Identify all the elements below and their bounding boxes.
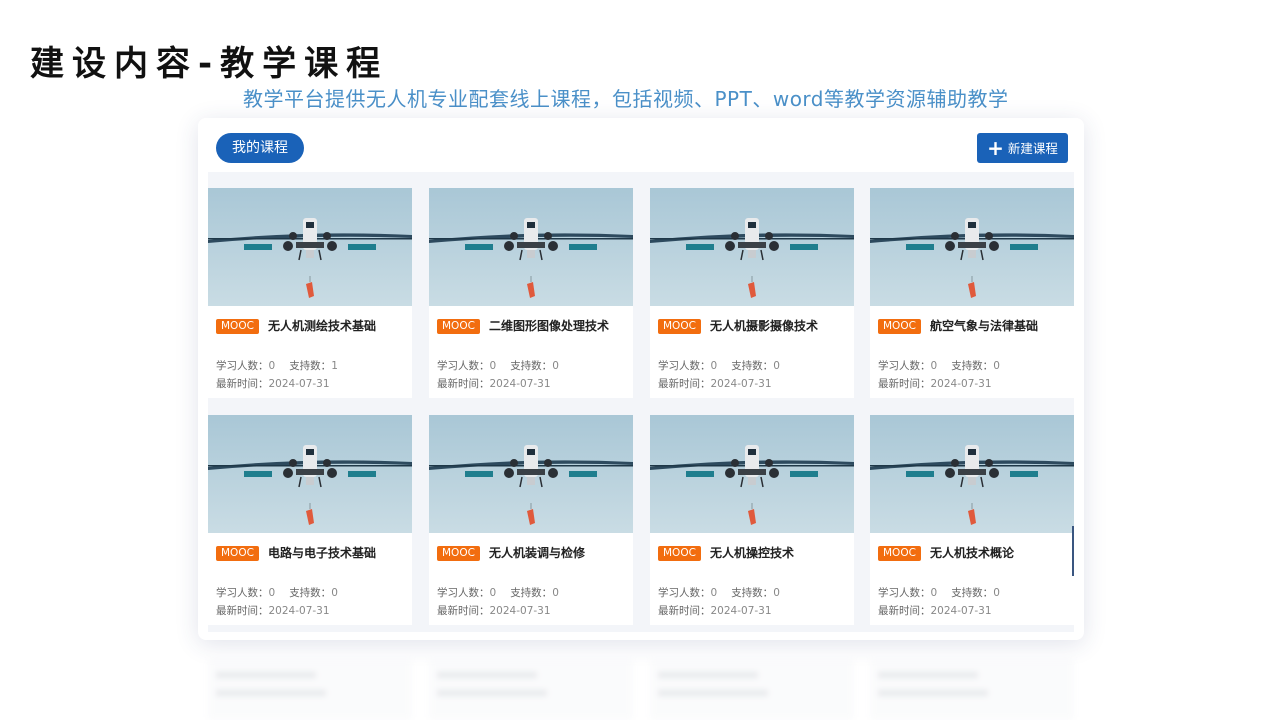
- drone-thumbnail: [870, 415, 1074, 533]
- scrollbar[interactable]: [1072, 526, 1074, 576]
- mooc-tag: MOOC: [437, 546, 480, 561]
- drone-thumbnail: [870, 188, 1074, 306]
- drone-thumbnail: [429, 188, 633, 306]
- drone-thumbnail: [208, 188, 412, 306]
- course-card[interactable]: MOOC 无人机装调与检修 学习人数：0 支持数：0 最新时间：2024-07-3…: [429, 415, 633, 625]
- course-date: 最新时间：2024-07-31: [216, 605, 330, 617]
- course-stats: 学习人数：0 支持数：0: [658, 587, 780, 599]
- mooc-tag: MOOC: [437, 319, 480, 334]
- slide-subtitle: 教学平台提供无人机专业配套线上课程，包括视频、PPT、word等教学资源辅助教学: [243, 87, 1009, 111]
- mooc-tag: MOOC: [878, 319, 921, 334]
- course-stats: 学习人数：0 支持数：0: [437, 587, 559, 599]
- new-course-button[interactable]: + 新建课程: [977, 133, 1068, 163]
- course-stats: 学习人数：0 支持数：0: [658, 360, 780, 372]
- mooc-tag: MOOC: [216, 319, 259, 334]
- course-title[interactable]: 电路与电子技术基础: [268, 544, 376, 561]
- course-title[interactable]: 航空气象与法律基础: [930, 317, 1038, 334]
- course-card[interactable]: MOOC 二维图形图像处理技术 学习人数：0 支持数：0 最新时间：2024-07…: [429, 188, 633, 398]
- panel-toolbar: 我的课程 + 新建课程: [198, 118, 1084, 172]
- reflection-row: [208, 658, 1074, 720]
- course-title[interactable]: 无人机操控技术: [710, 544, 794, 561]
- tab-my-courses[interactable]: 我的课程: [216, 133, 304, 163]
- course-stats: 学习人数：0 支持数：1: [216, 360, 338, 372]
- course-date: 最新时间：2024-07-31: [878, 605, 992, 617]
- course-title[interactable]: 无人机装调与检修: [489, 544, 585, 561]
- course-date: 最新时间：2024-07-31: [216, 378, 330, 390]
- mooc-tag: MOOC: [658, 546, 701, 561]
- course-stats: 学习人数：0 支持数：0: [878, 360, 1000, 372]
- course-date: 最新时间：2024-07-31: [437, 605, 551, 617]
- course-card[interactable]: MOOC 无人机操控技术 学习人数：0 支持数：0 最新时间：2024-07-31: [650, 415, 854, 625]
- mooc-tag: MOOC: [216, 546, 259, 561]
- drone-thumbnail: [650, 188, 854, 306]
- course-title[interactable]: 无人机摄影摄像技术: [710, 317, 818, 334]
- plus-icon: +: [987, 136, 1004, 160]
- course-title[interactable]: 二维图形图像处理技术: [489, 317, 609, 334]
- mooc-tag: MOOC: [658, 319, 701, 334]
- course-date: 最新时间：2024-07-31: [658, 378, 772, 390]
- slide-title: 建设内容-教学课程: [30, 44, 389, 84]
- course-date: 最新时间：2024-07-31: [437, 378, 551, 390]
- course-title[interactable]: 无人机技术概论: [930, 544, 1014, 561]
- mooc-tag: MOOC: [878, 546, 921, 561]
- course-card[interactable]: MOOC 航空气象与法律基础 学习人数：0 支持数：0 最新时间：2024-07-…: [870, 188, 1074, 398]
- drone-thumbnail: [208, 415, 412, 533]
- course-card[interactable]: MOOC 无人机技术概论 学习人数：0 支持数：0 最新时间：2024-07-31: [870, 415, 1074, 625]
- drone-thumbnail: [650, 415, 854, 533]
- new-course-label: 新建课程: [1007, 141, 1058, 156]
- course-card[interactable]: MOOC 无人机摄影摄像技术 学习人数：0 支持数：0 最新时间：2024-07-…: [650, 188, 854, 398]
- course-stats: 学习人数：0 支持数：0: [216, 587, 338, 599]
- course-card[interactable]: MOOC 电路与电子技术基础 学习人数：0 支持数：0 最新时间：2024-07-…: [208, 415, 412, 625]
- course-title[interactable]: 无人机测绘技术基础: [268, 317, 376, 334]
- course-stats: 学习人数：0 支持数：0: [437, 360, 559, 372]
- course-panel: 我的课程 + 新建课程 MOOC 无人机测绘技术基础 学习人数：0 支持数：1 最新…: [198, 118, 1084, 640]
- course-date: 最新时间：2024-07-31: [878, 378, 992, 390]
- course-stats: 学习人数：0 支持数：0: [878, 587, 1000, 599]
- drone-thumbnail: [429, 415, 633, 533]
- course-date: 最新时间：2024-07-31: [658, 605, 772, 617]
- course-card[interactable]: MOOC 无人机测绘技术基础 学习人数：0 支持数：1 最新时间：2024-07-…: [208, 188, 412, 398]
